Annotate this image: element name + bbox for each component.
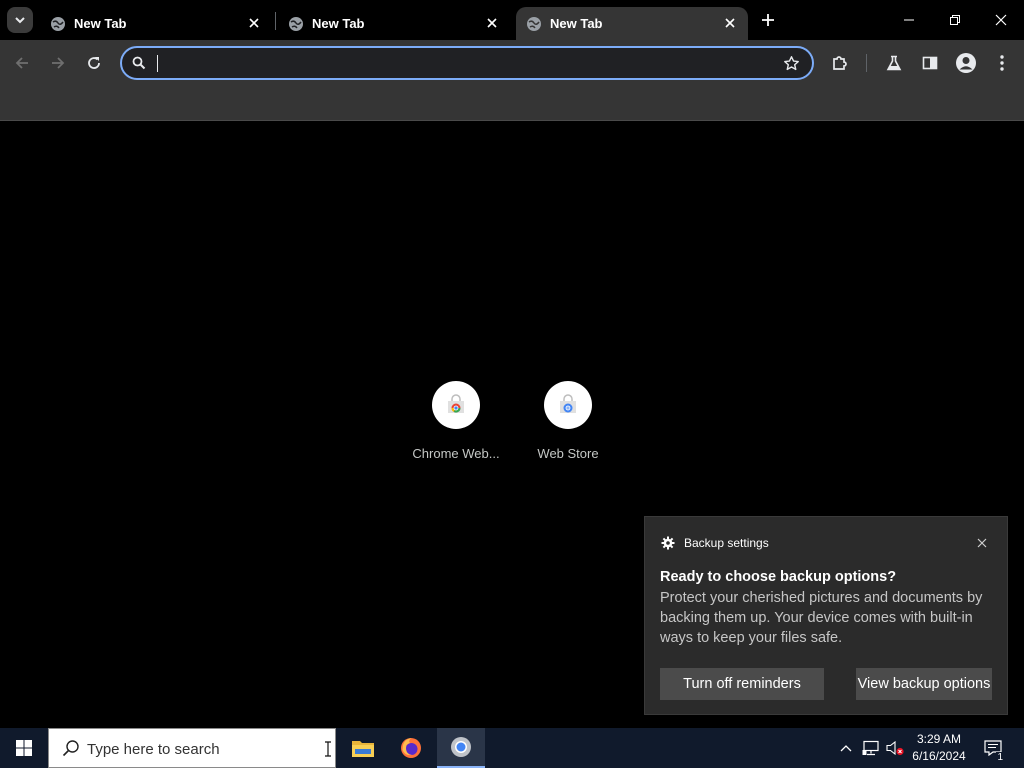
globe-icon	[289, 16, 303, 31]
plus-icon	[762, 14, 774, 26]
browser-toolbar	[0, 40, 1024, 86]
minimize-button[interactable]	[886, 0, 932, 40]
chevron-down-icon	[15, 17, 25, 24]
chrome-icon	[451, 737, 471, 757]
network-icon	[862, 740, 879, 756]
tab-search-button[interactable]	[7, 7, 33, 33]
gear-icon	[661, 536, 675, 550]
arrow-left-icon	[15, 57, 28, 69]
search-icon	[62, 740, 79, 757]
chevron-up-icon	[840, 745, 852, 752]
puzzle-icon	[833, 56, 847, 70]
close-tab-icon[interactable]	[722, 15, 738, 31]
tab-1[interactable]: New Tab	[40, 7, 272, 40]
dismiss-notification-button[interactable]	[977, 535, 987, 553]
reload-button[interactable]	[80, 49, 108, 77]
shortcut-icon-circle	[432, 381, 480, 429]
restore-button[interactable]	[932, 0, 978, 40]
close-window-button[interactable]	[978, 0, 1024, 40]
network-button[interactable]	[860, 728, 882, 768]
avatar-icon	[956, 53, 976, 73]
bookmarks-bar	[0, 86, 1024, 121]
side-panel-button[interactable]	[916, 49, 944, 77]
restore-icon	[950, 15, 960, 25]
clock-time: 3:29 AM	[916, 732, 962, 746]
search-icon	[132, 56, 146, 70]
web-store-icon	[560, 394, 576, 413]
more-vert-icon	[1000, 55, 1004, 71]
clock-date: 6/16/2024	[912, 749, 966, 763]
side-panel-icon	[922, 56, 938, 70]
text-cursor-icon	[325, 741, 331, 757]
tab-title: New Tab	[550, 16, 603, 31]
tab-divider	[275, 12, 276, 30]
windows-logo-icon	[16, 740, 32, 756]
address-input[interactable]	[162, 52, 762, 74]
chrome-button[interactable]	[437, 728, 485, 768]
taskbar-search-input[interactable]	[87, 738, 317, 760]
shortcut-icon-circle	[544, 381, 592, 429]
forward-button[interactable]	[44, 49, 72, 77]
globe-icon	[51, 16, 65, 31]
close-icon	[995, 14, 1007, 26]
extensions-button[interactable]	[826, 49, 854, 77]
bookmark-star-icon[interactable]	[783, 55, 800, 72]
notification-count-badge: 1	[996, 752, 1004, 763]
tab-title: New Tab	[74, 16, 127, 31]
start-button[interactable]	[0, 728, 48, 768]
tab-strip: New Tab New Tab New Tab	[0, 0, 1024, 40]
volume-button[interactable]	[884, 728, 906, 768]
notification-app-name: Backup settings	[684, 536, 769, 550]
tab-2[interactable]: New Tab	[278, 7, 510, 40]
tab-3-active[interactable]: New Tab	[516, 7, 748, 40]
view-backup-options-button[interactable]: View backup options	[856, 668, 992, 700]
close-tab-icon[interactable]	[246, 15, 262, 31]
tab-title: New Tab	[312, 16, 365, 31]
shortcut-label: Chrome Web...	[412, 446, 500, 461]
action-center-button[interactable]: 1	[978, 728, 1008, 768]
notification-body: Protect your cherished pictures and docu…	[660, 590, 983, 646]
close-icon	[977, 538, 987, 548]
menu-button[interactable]	[988, 49, 1016, 77]
show-hidden-icons-button[interactable]	[836, 728, 856, 768]
taskbar-search-box[interactable]	[48, 728, 336, 768]
arrow-right-icon	[52, 57, 65, 69]
file-explorer-button[interactable]	[339, 728, 387, 768]
text-cursor	[157, 55, 158, 72]
profile-button[interactable]	[952, 49, 980, 77]
taskbar: 3:29 AM 6/16/2024 1	[0, 728, 1024, 768]
reload-icon	[88, 57, 100, 69]
back-button[interactable]	[8, 49, 36, 77]
new-tab-button[interactable]	[757, 9, 779, 31]
turn-off-reminders-button[interactable]: Turn off reminders	[660, 668, 824, 700]
volume-muted-icon	[886, 740, 904, 756]
shortcut-tile[interactable]: Chrome Web...	[401, 381, 511, 461]
firefox-button[interactable]	[387, 728, 435, 768]
toolbar-divider	[866, 54, 867, 72]
firefox-icon	[401, 738, 421, 758]
minimize-icon	[904, 19, 914, 21]
clock[interactable]: 3:29 AM 6/16/2024	[904, 731, 974, 765]
backup-notification: Backup settings Ready to choose backup o…	[644, 516, 1008, 715]
notification-header: Backup settings	[661, 536, 769, 550]
shortcut-label: Web Store	[537, 446, 599, 461]
chrome-labs-button[interactable]	[880, 49, 908, 77]
close-tab-icon[interactable]	[484, 15, 500, 31]
flask-icon	[886, 55, 902, 71]
address-bar[interactable]	[120, 46, 814, 80]
notification-title: Ready to choose backup options?	[660, 569, 897, 585]
file-explorer-icon	[352, 741, 374, 757]
shortcut-tile[interactable]: Web Store	[513, 381, 623, 461]
globe-icon	[527, 16, 541, 31]
chrome-web-store-icon	[448, 394, 464, 413]
